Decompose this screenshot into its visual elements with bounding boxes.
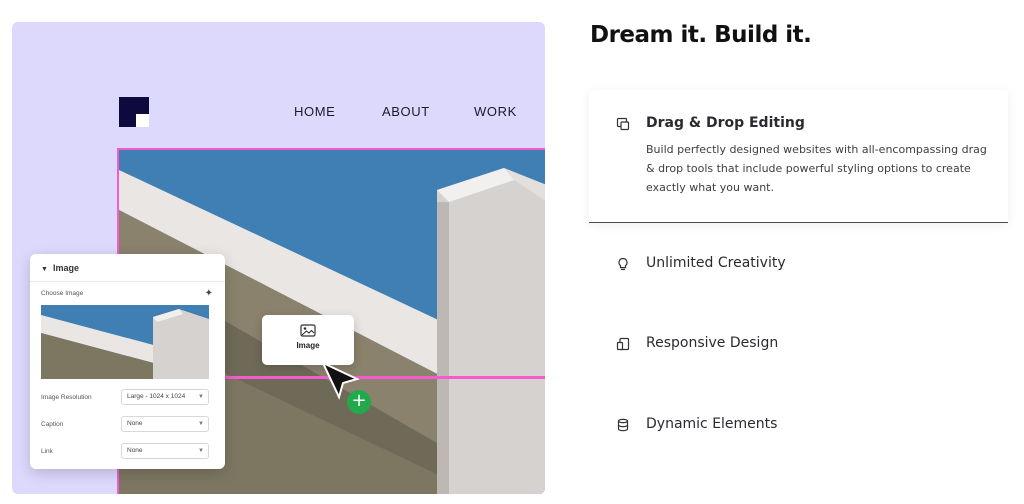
chevron-down-icon: ▼ [198, 421, 204, 427]
database-icon [617, 418, 629, 432]
responsive-icon [616, 337, 630, 351]
image-widget-card[interactable]: Image [262, 315, 354, 365]
caption-select[interactable]: None ▼ [121, 416, 209, 432]
drag-drop-icon [616, 117, 630, 131]
feature-description: Build perfectly designed websites with a… [646, 143, 987, 194]
caption-label: Caption [41, 421, 64, 428]
image-resolution-label: Image Resolution [41, 394, 92, 401]
editor-showcase: HOME ABOUT WORK Image + ▼ Image Choose I… [12, 22, 545, 494]
panel-divider [30, 281, 225, 282]
image-resolution-value: Large - 1024 x 1024 [127, 393, 186, 400]
ai-sparkle-icon[interactable]: ✦ [205, 288, 213, 299]
feature-title-drag-drop[interactable]: Drag & Drop Editing [646, 115, 805, 131]
collapse-triangle-icon: ▼ [41, 266, 48, 273]
nav-work[interactable]: WORK [474, 104, 517, 119]
chevron-down-icon: ▼ [198, 448, 204, 454]
nav-about[interactable]: ABOUT [382, 104, 430, 119]
link-label: Link [41, 448, 53, 455]
feature-title-dynamic[interactable]: Dynamic Elements [646, 416, 777, 432]
link-value: None [127, 447, 143, 454]
choose-image-label: Choose Image [41, 290, 84, 297]
add-element-button[interactable]: + [347, 390, 371, 414]
image-icon [300, 324, 316, 337]
image-resolution-select[interactable]: Large - 1024 x 1024 ▼ [121, 389, 209, 405]
panel-header[interactable]: ▼ Image [41, 263, 79, 273]
feature-title-creativity[interactable]: Unlimited Creativity [646, 255, 786, 271]
link-select[interactable]: None ▼ [121, 443, 209, 459]
image-thumbnail[interactable] [41, 305, 209, 379]
lightbulb-icon [618, 257, 628, 271]
image-widget-label: Image [296, 341, 320, 350]
caption-value: None [127, 420, 143, 427]
nav-home[interactable]: HOME [294, 104, 335, 119]
chevron-down-icon: ▼ [198, 394, 204, 400]
site-logo [119, 97, 149, 127]
panel-title: Image [52, 263, 79, 273]
section-heading: Dream it. Build it. [590, 22, 812, 48]
feature-title-responsive[interactable]: Responsive Design [646, 335, 778, 351]
image-settings-panel: ▼ Image Choose Image ✦ Image Resolution L… [30, 254, 225, 469]
